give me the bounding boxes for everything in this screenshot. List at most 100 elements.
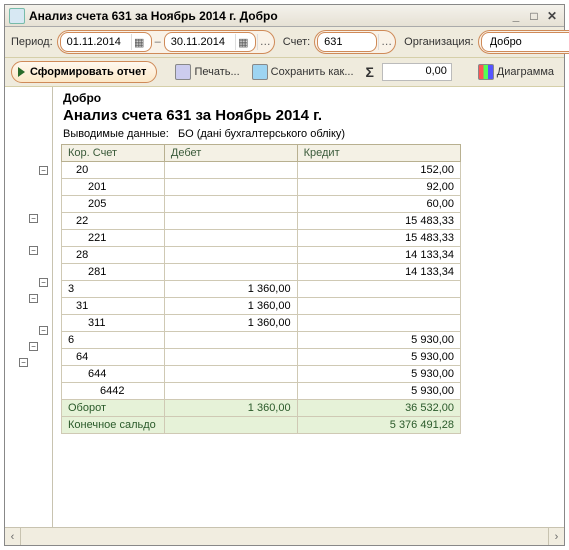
cell-credit: 14 133,34 xyxy=(297,247,460,264)
tree-collapse-node[interactable]: − xyxy=(39,278,48,287)
tree-collapse-node[interactable]: − xyxy=(39,326,48,335)
cell-credit: 152,00 xyxy=(297,162,460,179)
play-icon xyxy=(18,67,25,77)
cell-credit: 15 483,33 xyxy=(297,213,460,230)
period-group: ▦ – ▦ … xyxy=(57,30,275,54)
cell-credit: 60,00 xyxy=(297,196,460,213)
cell-account: 644 xyxy=(62,366,165,383)
cell-account: 205 xyxy=(62,196,165,213)
titlebar: Анализ счета 631 за Ноябрь 2014 г. Добро… xyxy=(5,5,564,27)
period-more-button[interactable]: … xyxy=(257,34,273,50)
org-input[interactable] xyxy=(486,35,569,49)
calendar-icon[interactable]: ▦ xyxy=(235,34,251,50)
tree-collapse-node[interactable]: − xyxy=(19,358,28,367)
subtitle-label: Выводимые данные: xyxy=(63,128,169,140)
cell-debit xyxy=(164,366,297,383)
cell-account: 20 xyxy=(62,162,165,179)
close-button[interactable]: ✕ xyxy=(544,9,560,23)
cell-total-label: Конечное сальдо xyxy=(62,417,165,434)
cell-account: 221 xyxy=(62,230,165,247)
tree-collapse-node[interactable]: − xyxy=(29,342,38,351)
cell-credit: 5 930,00 xyxy=(297,383,460,400)
subtitle-value: БО (дані бухгалтерського обліку) xyxy=(178,128,345,140)
cell-credit: 5 930,00 xyxy=(297,332,460,349)
cell-total-credit: 5 376 491,28 xyxy=(297,417,460,434)
cell-debit xyxy=(164,162,297,179)
cell-debit xyxy=(164,332,297,349)
table-row[interactable]: 3111 360,00 xyxy=(62,315,461,332)
table-row[interactable]: 281 14 133,34 xyxy=(62,264,461,281)
scroll-track[interactable] xyxy=(21,528,548,545)
print-icon xyxy=(175,64,191,80)
print-label: Печать... xyxy=(194,66,239,78)
cell-debit xyxy=(164,247,297,264)
chart-icon xyxy=(478,64,494,80)
cell-credit xyxy=(297,281,460,298)
tree-collapse-node[interactable]: − xyxy=(29,246,38,255)
col-credit: Кредит xyxy=(297,145,460,162)
outline-pane: − − − − − − − − xyxy=(5,87,53,527)
maximize-button[interactable]: □ xyxy=(526,9,542,23)
org-field[interactable] xyxy=(481,32,569,52)
cell-debit xyxy=(164,196,297,213)
account-input[interactable] xyxy=(322,35,372,49)
report-subtitle: Выводимые данные: БО (дані бухгалтерсько… xyxy=(61,128,564,140)
cell-account: 28 xyxy=(62,247,165,264)
table-header-row: Кор. Счет Дебет Кредит xyxy=(62,145,461,162)
period-label: Период: xyxy=(11,36,53,48)
sum-button[interactable]: Σ xyxy=(362,62,378,82)
table-row[interactable]: 28 14 133,34 xyxy=(62,247,461,264)
minimize-button[interactable]: _ xyxy=(508,9,524,23)
cell-debit xyxy=(164,179,297,196)
date-from-input[interactable] xyxy=(65,35,131,49)
date-to-field[interactable]: ▦ xyxy=(164,32,256,52)
save-as-button[interactable]: Сохранить как... xyxy=(248,62,358,82)
cell-account: 201 xyxy=(62,179,165,196)
table-row[interactable]: 205 60,00 xyxy=(62,196,461,213)
cell-debit xyxy=(164,230,297,247)
table-row[interactable]: 221 15 483,33 xyxy=(62,230,461,247)
cell-credit xyxy=(297,315,460,332)
toolbar: Сформировать отчет Печать... Сохранить к… xyxy=(5,58,564,87)
table-row[interactable]: 31 360,00 xyxy=(62,281,461,298)
generate-report-button[interactable]: Сформировать отчет xyxy=(11,61,157,83)
table-row[interactable]: 6445 930,00 xyxy=(62,366,461,383)
table-row[interactable]: 22 15 483,33 xyxy=(62,213,461,230)
cell-account: 281 xyxy=(62,264,165,281)
cell-credit: 14 133,34 xyxy=(297,264,460,281)
table-row[interactable]: 20192,00 xyxy=(62,179,461,196)
diagram-label: Диаграмма xyxy=(497,66,554,78)
scroll-left-button[interactable]: ‹ xyxy=(5,528,21,545)
calendar-icon[interactable]: ▦ xyxy=(131,34,147,50)
cell-account: 22 xyxy=(62,213,165,230)
report-table: Кор. Счет Дебет Кредит 20152,0020192,002… xyxy=(61,144,461,434)
table-row[interactable]: 311 360,00 xyxy=(62,298,461,315)
cell-credit: 5 930,00 xyxy=(297,349,460,366)
table-row[interactable]: 20 152,00 xyxy=(62,162,461,179)
tree-collapse-node[interactable]: − xyxy=(29,214,38,223)
print-button[interactable]: Печать... xyxy=(171,62,243,82)
tree-collapse-node[interactable]: − xyxy=(39,166,48,175)
table-row[interactable]: 64425 930,00 xyxy=(62,383,461,400)
sum-value: 0,00 xyxy=(382,63,452,81)
org-group: ▾ xyxy=(478,30,569,54)
date-from-field[interactable]: ▦ xyxy=(60,32,152,52)
account-more-button[interactable]: … xyxy=(378,34,394,50)
table-total-row: Конечное сальдо 5 376 491,28 xyxy=(62,417,461,434)
cell-debit: 1 360,00 xyxy=(164,298,297,315)
window: Анализ счета 631 за Ноябрь 2014 г. Добро… xyxy=(4,4,565,546)
table-row[interactable]: 64 5 930,00 xyxy=(62,349,461,366)
cell-account: 64 xyxy=(62,349,165,366)
date-to-input[interactable] xyxy=(169,35,235,49)
cell-debit: 1 360,00 xyxy=(164,315,297,332)
cell-account: 3 xyxy=(62,281,165,298)
table-row[interactable]: 65 930,00 xyxy=(62,332,461,349)
app-icon xyxy=(9,8,25,24)
scroll-right-button[interactable]: › xyxy=(548,528,564,545)
tree-collapse-node[interactable]: − xyxy=(29,294,38,303)
cell-total-label: Оборот xyxy=(62,400,165,417)
cell-credit: 15 483,33 xyxy=(297,230,460,247)
horizontal-scrollbar[interactable]: ‹ › xyxy=(5,527,564,545)
diagram-button[interactable]: Диаграмма xyxy=(474,62,558,82)
account-field[interactable] xyxy=(317,32,377,52)
